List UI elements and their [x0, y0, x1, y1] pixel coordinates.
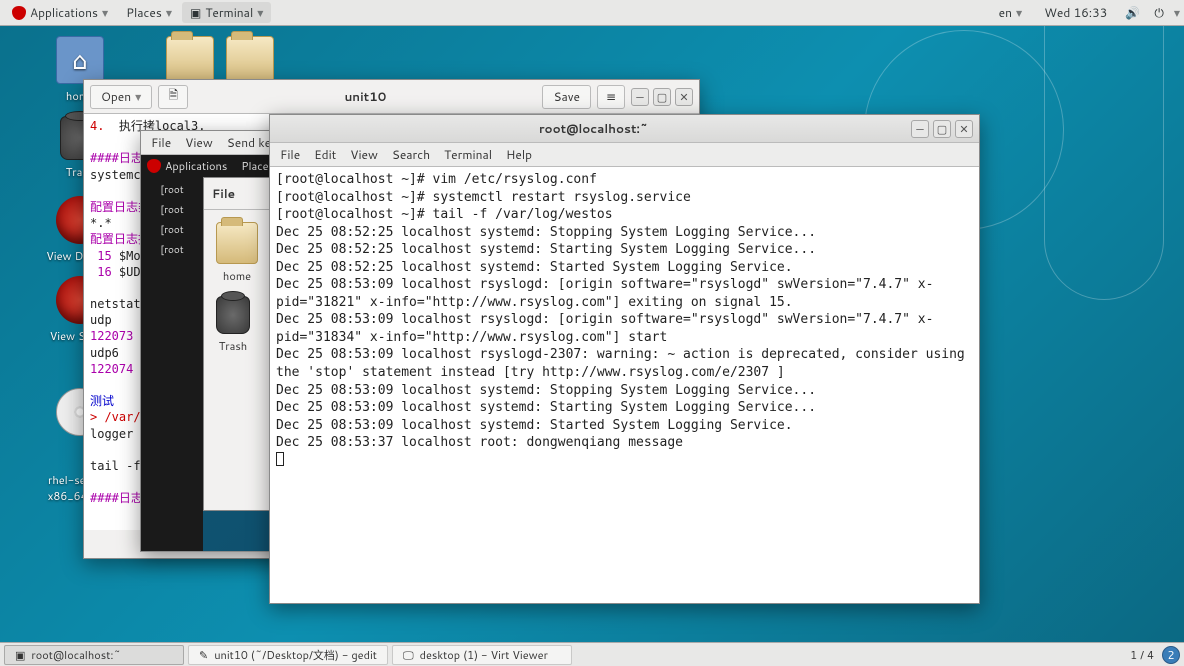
- volume-icon[interactable]: 🔊: [1121, 4, 1144, 21]
- terminal-cursor: [276, 452, 284, 466]
- task-label: unit10 (~/Desktop/文档) - gedit: [214, 647, 377, 663]
- close-button[interactable]: ✕: [955, 120, 973, 138]
- menu-view[interactable]: View: [185, 134, 213, 151]
- btn-label: Save: [553, 88, 580, 105]
- menu-label: Places: [126, 4, 162, 21]
- document-title: unit10: [194, 88, 536, 105]
- minimize-button[interactable]: —: [631, 88, 649, 106]
- open-button[interactable]: Open ▼: [90, 85, 152, 109]
- notification-badge[interactable]: 2: [1162, 646, 1180, 664]
- lang-label: en: [999, 4, 1012, 21]
- new-doc-icon: 🗎: [168, 86, 178, 107]
- vm-term-line: [root: [160, 223, 183, 237]
- task-virt-viewer[interactable]: 🖵 desktop (1) - Virt Viewer: [392, 645, 572, 665]
- save-button[interactable]: Save: [542, 85, 591, 109]
- gnome-top-bar: Applications ▼ Places ▼ ▣ Terminal ▼ en …: [0, 0, 1184, 26]
- folder-icon: [216, 222, 258, 264]
- hamburger-button[interactable]: ≡: [597, 85, 625, 109]
- vm-term-line: [root: [160, 243, 183, 257]
- btn-label: Open: [101, 88, 131, 105]
- close-button[interactable]: ✕: [675, 88, 693, 106]
- menu-file[interactable]: File: [151, 134, 171, 151]
- terminal-icon: ▣: [190, 4, 201, 21]
- window-title: root@localhost:~: [276, 120, 911, 137]
- chevron-down-icon: ▼: [1174, 7, 1180, 19]
- maximize-button[interactable]: ▢: [653, 88, 671, 106]
- maximize-button[interactable]: ▢: [933, 120, 951, 138]
- chevron-down-icon: ▼: [1016, 7, 1022, 19]
- clock[interactable]: Wed 16:33: [1036, 2, 1115, 23]
- menu-places[interactable]: Places ▼: [118, 2, 180, 23]
- gedit-icon: ✎: [199, 647, 208, 663]
- menu-edit[interactable]: Edit: [314, 146, 336, 163]
- home-folder-icon: ⌂: [56, 36, 104, 84]
- gedit-headerbar: Open ▼ 🗎 unit10 Save ≡ — ▢ ✕: [84, 80, 699, 114]
- redhat-logo-icon: [12, 6, 26, 20]
- terminal-window[interactable]: root@localhost:~ — ▢ ✕ File Edit View Searc…: [269, 114, 980, 604]
- minimize-button[interactable]: —: [911, 120, 929, 138]
- input-source-indicator[interactable]: en ▼: [991, 2, 1031, 23]
- menu-search[interactable]: Search: [392, 146, 430, 163]
- menu-active-app[interactable]: ▣ Terminal ▼: [182, 2, 271, 23]
- vm-terminal-strip: [root [root [root [root: [141, 177, 203, 551]
- task-gedit[interactable]: ✎ unit10 (~/Desktop/文档) - gedit: [188, 645, 388, 665]
- folder-icon: [166, 36, 214, 84]
- chevron-down-icon: ▼: [257, 7, 263, 19]
- terminal-output[interactable]: [root@localhost ~]# vim /etc/rsyslog.con…: [270, 167, 979, 603]
- menu-view[interactable]: View: [350, 146, 378, 163]
- display-icon: 🖵: [403, 647, 414, 663]
- vm-term-line: [root: [160, 203, 183, 217]
- menu-applications[interactable]: Applications ▼: [4, 2, 116, 23]
- menu-terminal[interactable]: Terminal: [444, 146, 492, 163]
- vm-home-folder[interactable]: home: [216, 222, 258, 284]
- chevron-down-icon: ▼: [166, 7, 172, 19]
- menu-help[interactable]: Help: [506, 146, 532, 163]
- menu-label: Terminal: [205, 4, 253, 21]
- workspace-indicator[interactable]: 1 / 4: [1130, 647, 1154, 663]
- menu-file[interactable]: File: [280, 146, 300, 163]
- vm-trash[interactable]: Trash: [216, 296, 250, 354]
- power-icon[interactable]: ⏻: [1150, 4, 1168, 21]
- bottom-taskbar: ▣ root@localhost:~ ✎ unit10 (~/Desktop/文…: [0, 642, 1184, 666]
- terminal-menubar: File Edit View Search Terminal Help: [270, 143, 979, 167]
- redhat-logo-icon: [147, 159, 161, 173]
- folder-icon: [226, 36, 274, 84]
- menu-label: Applications: [30, 4, 98, 21]
- terminal-icon: ▣: [15, 647, 25, 663]
- menu-label[interactable]: Applications: [165, 158, 227, 174]
- icon-label: Trash: [216, 338, 250, 354]
- chevron-down-icon: ▼: [135, 91, 141, 103]
- task-terminal[interactable]: ▣ root@localhost:~: [4, 645, 184, 665]
- terminal-titlebar[interactable]: root@localhost:~ — ▢ ✕: [270, 115, 979, 143]
- trash-icon: [216, 296, 250, 334]
- task-label: root@localhost:~: [31, 647, 121, 663]
- task-label: desktop (1) - Virt Viewer: [420, 647, 548, 663]
- icon-label: home: [216, 268, 258, 284]
- vm-term-line: [root: [160, 183, 183, 197]
- new-tab-button[interactable]: 🗎: [158, 85, 188, 109]
- clock-label: Wed 16:33: [1044, 4, 1107, 21]
- chevron-down-icon: ▼: [102, 7, 108, 19]
